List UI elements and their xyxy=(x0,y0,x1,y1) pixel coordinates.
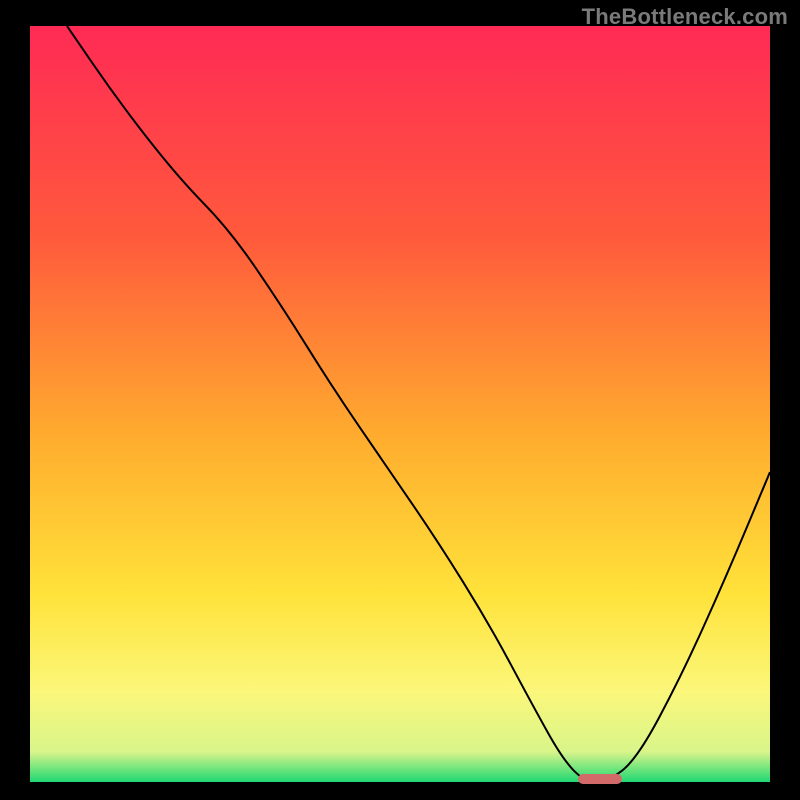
optimal-range-marker xyxy=(578,774,622,784)
bottleneck-curve xyxy=(30,26,770,782)
plot-area xyxy=(30,26,770,782)
chart-frame: TheBottleneck.com xyxy=(0,0,800,800)
